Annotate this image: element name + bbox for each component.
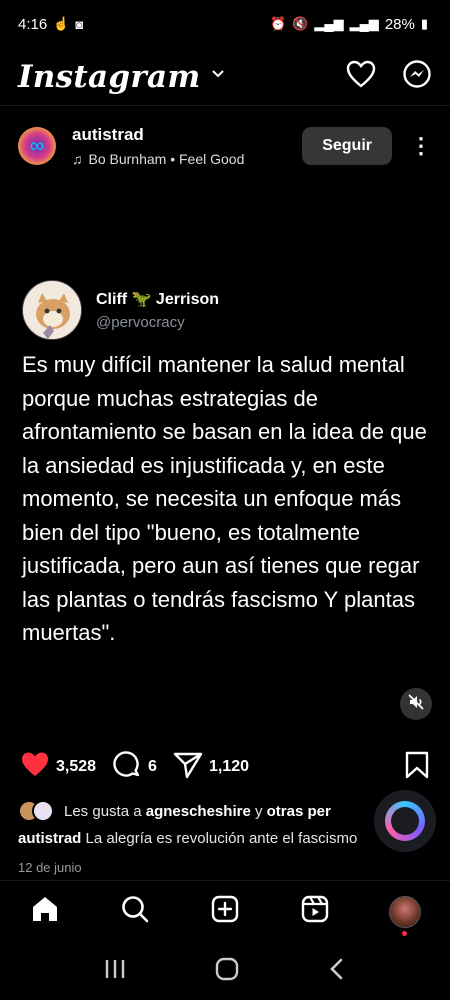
- nav-reels[interactable]: [295, 892, 335, 932]
- comment-icon: [112, 750, 142, 785]
- instagram-logo: Instagram: [18, 58, 201, 95]
- comment-action[interactable]: 6: [112, 750, 157, 785]
- post-caption[interactable]: autistrad La alegría es revolución ante …: [18, 830, 438, 847]
- caption-username[interactable]: autistrad: [18, 830, 81, 847]
- likes-joiner: y: [254, 802, 263, 820]
- tweet-author-handle: @pervocracy: [96, 314, 185, 331]
- tweet-header: Cliff 🦖 Jerrison @pervocracy: [22, 280, 219, 340]
- chevron-down-icon: [211, 67, 225, 86]
- bottom-nav: [0, 880, 450, 942]
- liker-avatar: [32, 800, 54, 822]
- system-nav: [0, 942, 450, 1000]
- music-note-icon: ♫: [72, 151, 83, 167]
- heart-icon[interactable]: [346, 60, 376, 93]
- status-bar: 4:16 ☝ ◙ ⏰ 🔇 ▂▄▆ ▂▄▆ 28% ▮: [0, 0, 450, 48]
- nav-home[interactable]: [25, 892, 65, 932]
- bookmark-icon[interactable]: [404, 751, 430, 784]
- search-icon: [120, 894, 150, 929]
- post-header: ∞ autistrad ♫ Bo Burnham • Feel Good Seg…: [0, 116, 450, 176]
- alarm-icon: ⏰: [270, 16, 287, 31]
- home-icon: [30, 894, 60, 929]
- mute-button[interactable]: [400, 688, 432, 720]
- add-post-icon: [210, 894, 240, 929]
- instagram-notification-icon: ◙: [75, 16, 84, 32]
- comment-count: 6: [148, 758, 157, 775]
- avatar[interactable]: ∞: [18, 127, 56, 165]
- app-header: Instagram: [0, 48, 450, 106]
- nav-profile[interactable]: [385, 892, 425, 936]
- notification-icon: ☝: [53, 16, 70, 31]
- audio-link[interactable]: ♫ Bo Burnham • Feel Good: [72, 151, 302, 167]
- follow-button[interactable]: Seguir: [302, 127, 392, 165]
- likes-others[interactable]: otras per: [267, 803, 331, 820]
- like-action[interactable]: 3,528: [20, 751, 96, 783]
- status-time: 4:16: [18, 15, 48, 33]
- caption-text: La alegría es revolución ante el fascism…: [85, 830, 358, 847]
- audio-label: Bo Burnham • Feel Good: [88, 151, 245, 167]
- tweet-text: Es muy difícil mantener la salud mental …: [22, 352, 427, 645]
- likes-avatars: [18, 800, 54, 822]
- battery-icon: ▮: [420, 16, 428, 31]
- mute-status-icon: 🔇: [292, 16, 309, 31]
- back-icon[interactable]: [327, 957, 347, 986]
- notification-dot: [402, 930, 407, 936]
- signal-icon: ▂▄▆: [314, 16, 344, 31]
- more-options-icon[interactable]: ⋮: [410, 135, 432, 157]
- home-button-icon[interactable]: [214, 956, 240, 987]
- assistant-button[interactable]: [374, 790, 436, 852]
- send-icon: [173, 751, 203, 784]
- likes-user[interactable]: agnescheshire: [146, 803, 251, 820]
- post-media[interactable]: Cliff 🦖 Jerrison @pervocracy Es muy difí…: [0, 176, 450, 738]
- signal-icon-2: ▂▄▆: [349, 16, 379, 31]
- post-date: 12 de junio: [18, 860, 82, 875]
- reels-icon: [300, 894, 330, 929]
- infinity-icon: ∞: [29, 134, 45, 157]
- assistant-ring-icon: [385, 801, 425, 841]
- like-count: 3,528: [56, 758, 97, 775]
- heart-filled-icon: [20, 751, 50, 783]
- battery-level: 28%: [384, 15, 415, 33]
- tweet-author-name: Cliff 🦖 Jerrison: [96, 291, 220, 308]
- tweet-avatar: [22, 280, 82, 340]
- likes-prefix: Les gusta a: [64, 802, 142, 820]
- feed-switcher[interactable]: Instagram: [18, 59, 225, 95]
- messenger-icon[interactable]: [402, 59, 432, 94]
- volume-muted-icon: [407, 693, 425, 716]
- post-actions: 3,528 6 1,120: [0, 742, 450, 792]
- profile-avatar: [389, 895, 421, 928]
- nav-search[interactable]: [115, 892, 155, 932]
- nav-create[interactable]: [205, 892, 245, 932]
- share-action[interactable]: 1,120: [173, 751, 249, 784]
- post-username[interactable]: autistrad: [72, 125, 302, 145]
- share-count: 1,120: [208, 758, 249, 775]
- recent-apps-icon[interactable]: [103, 958, 127, 985]
